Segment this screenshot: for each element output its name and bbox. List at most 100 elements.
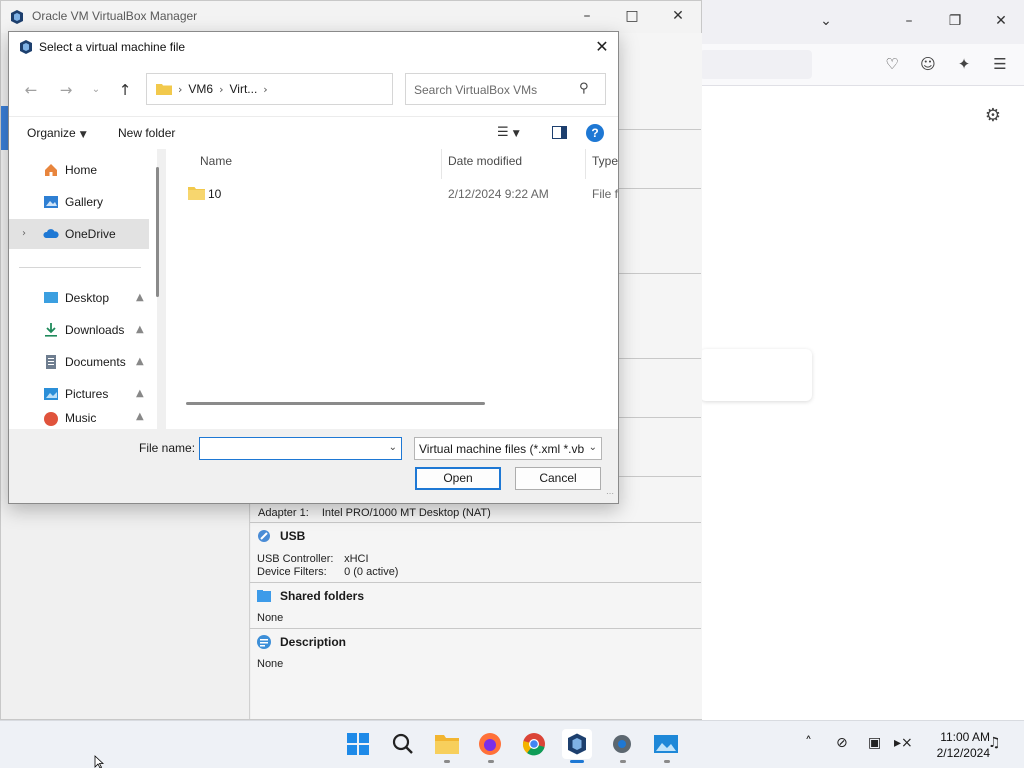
- usb-controller-value: xHCI: [344, 553, 369, 565]
- clock[interactable]: 11:00 AM 2/12/2024: [918, 729, 990, 761]
- account-icon[interactable]: ☺: [918, 54, 938, 74]
- open-button[interactable]: Open: [415, 467, 501, 490]
- nav-item-downloads[interactable]: Downloads ▲: [9, 315, 149, 345]
- minimize-icon[interactable]: –: [898, 10, 920, 32]
- tray-overflow-chevron-icon[interactable]: ˄: [805, 735, 812, 751]
- firefox-icon[interactable]: [475, 729, 505, 759]
- nav-item-label: Home: [65, 163, 98, 177]
- nav-item-label: OneDrive: [65, 227, 116, 241]
- file-name-field[interactable]: ⌄: [199, 437, 402, 460]
- vbox-section-divider: [618, 476, 701, 477]
- vbox-close-icon[interactable]: ✕: [667, 5, 689, 27]
- gear-icon[interactable]: ⚙: [982, 105, 1004, 127]
- column-divider[interactable]: [585, 149, 586, 179]
- column-divider[interactable]: [441, 149, 442, 179]
- column-header-name[interactable]: Name: [200, 154, 232, 168]
- file-row[interactable]: 10 2/12/2024 9:22 AM File fo: [166, 183, 618, 205]
- extensions-icon[interactable]: ✦: [954, 54, 974, 74]
- virtualbox-icon[interactable]: [562, 729, 592, 759]
- gallery-icon: [44, 196, 58, 208]
- pin-icon[interactable]: ▲: [136, 292, 144, 303]
- nav-item-pictures[interactable]: Pictures ▲: [9, 379, 149, 409]
- vbox-minimize-icon[interactable]: –: [576, 5, 598, 27]
- description-section[interactable]: Description None: [250, 628, 701, 718]
- search-input[interactable]: Search VirtualBox VMs: [414, 83, 537, 97]
- address-bar[interactable]: › VM6 › Virt... › ⌄ ↻: [146, 73, 514, 107]
- shared-folders-header: Shared folders: [256, 587, 364, 605]
- notifications-bell-icon[interactable]: ♫: [988, 735, 1001, 751]
- url-bar[interactable]: [700, 50, 812, 79]
- file-list-footer: [166, 412, 618, 429]
- search-icon[interactable]: [388, 729, 418, 759]
- column-header-type[interactable]: Type: [592, 154, 618, 168]
- organize-button[interactable]: Organize ▼: [27, 126, 87, 140]
- vbox-titlebar: Oracle VM VirtualBox Manager – □ ✕: [1, 1, 701, 33]
- network-adapter-value: Intel PRO/1000 MT Desktop (NAT): [321, 507, 491, 519]
- search-box[interactable]: Search VirtualBox VMs ⚲: [405, 73, 606, 105]
- nav-scrollbar[interactable]: [156, 167, 159, 297]
- pin-icon[interactable]: ▲: [136, 324, 144, 335]
- nav-item-gallery[interactable]: Gallery: [9, 187, 149, 217]
- usb-header: USB: [256, 527, 305, 545]
- nav-item-onedrive[interactable]: › OneDrive: [9, 219, 149, 249]
- cancel-button[interactable]: Cancel: [515, 467, 601, 490]
- cloud-icon: [43, 229, 59, 238]
- breadcrumb-separator-icon: ›: [263, 82, 268, 96]
- forward-arrow-icon[interactable]: →: [56, 80, 76, 100]
- view-options-icon[interactable]: ☰ ▼: [497, 125, 520, 140]
- nav-item-label: Music: [65, 411, 97, 425]
- settings-icon[interactable]: [607, 729, 637, 759]
- vbox-section-divider: [618, 417, 701, 418]
- file-explorer-icon[interactable]: [432, 729, 462, 759]
- breadcrumb-item-vm6[interactable]: VM6: [188, 82, 213, 96]
- chevron-down-icon[interactable]: ⌄: [589, 442, 597, 453]
- nav-item-home[interactable]: Home: [9, 155, 149, 185]
- organize-label: Organize: [27, 126, 76, 140]
- expand-chevron-icon[interactable]: ›: [22, 228, 26, 239]
- close-icon[interactable]: ✕: [990, 10, 1012, 32]
- back-arrow-icon[interactable]: ←: [21, 80, 41, 100]
- dialog-footer: File name: ⌄ Virtual machine files (*.xm…: [9, 429, 618, 503]
- sort-ascending-icon: ˄: [312, 149, 317, 157]
- nav-item-music[interactable]: Music ▲: [9, 411, 149, 429]
- preview-pane-icon[interactable]: [552, 126, 567, 139]
- chrome-icon[interactable]: [519, 729, 549, 759]
- pocket-icon[interactable]: ♡: [882, 54, 902, 74]
- file-type-select[interactable]: Virtual machine files (*.xml *.vb ⌄: [414, 437, 602, 460]
- shared-folders-section[interactable]: Shared folders None: [250, 582, 701, 628]
- column-header-date[interactable]: Date modified: [448, 154, 522, 168]
- menu-icon[interactable]: ☰: [990, 54, 1010, 74]
- start-icon[interactable]: [343, 729, 373, 759]
- usb-filters-key: Device Filters:: [257, 566, 327, 578]
- search-icon: ⚲: [579, 81, 589, 96]
- dialog-close-icon[interactable]: ✕: [592, 37, 612, 57]
- tab-list-chevron-icon[interactable]: ⌄: [815, 10, 837, 32]
- usb-section[interactable]: USB USB Controller: xHCI Device Filters:…: [250, 522, 701, 581]
- restore-icon[interactable]: ❐: [944, 10, 966, 32]
- nav-item-documents[interactable]: Documents ▲: [9, 347, 149, 377]
- nav-item-desktop[interactable]: Desktop ▲: [9, 283, 149, 313]
- resize-grip-icon[interactable]: ⋯: [606, 489, 614, 498]
- help-icon[interactable]: ?: [586, 124, 604, 142]
- vbox-maximize-icon[interactable]: □: [621, 5, 643, 27]
- nav-item-label: Documents: [65, 355, 126, 369]
- pin-icon[interactable]: ▲: [136, 388, 144, 399]
- speaker-muted-icon[interactable]: ▸×: [894, 735, 913, 751]
- horizontal-scrollbar[interactable]: [186, 402, 485, 405]
- display-icon[interactable]: ▣: [868, 735, 881, 751]
- breadcrumb-item-virt[interactable]: Virt...: [230, 82, 258, 96]
- new-folder-button[interactable]: New folder: [118, 126, 175, 140]
- recent-locations-chevron-icon[interactable]: ⌄: [86, 80, 106, 100]
- photos-icon[interactable]: [651, 729, 681, 759]
- pin-icon[interactable]: ▲: [136, 411, 144, 422]
- network-off-icon[interactable]: ⊘: [836, 735, 848, 751]
- running-indicator: [488, 760, 494, 763]
- clock-time: 11:00 AM: [940, 730, 990, 744]
- select-file-dialog: Select a virtual machine file ✕ ← → ⌄ ↑ …: [8, 31, 619, 504]
- chevron-down-icon[interactable]: ⌄: [389, 442, 397, 453]
- pin-icon[interactable]: ▲: [136, 356, 144, 367]
- usb-controller-key: USB Controller:: [257, 553, 334, 565]
- usb-filters-row: Device Filters: 0 (0 active): [257, 566, 398, 578]
- up-arrow-icon[interactable]: ↑: [115, 80, 135, 100]
- breadcrumb-separator-icon: ›: [178, 82, 183, 96]
